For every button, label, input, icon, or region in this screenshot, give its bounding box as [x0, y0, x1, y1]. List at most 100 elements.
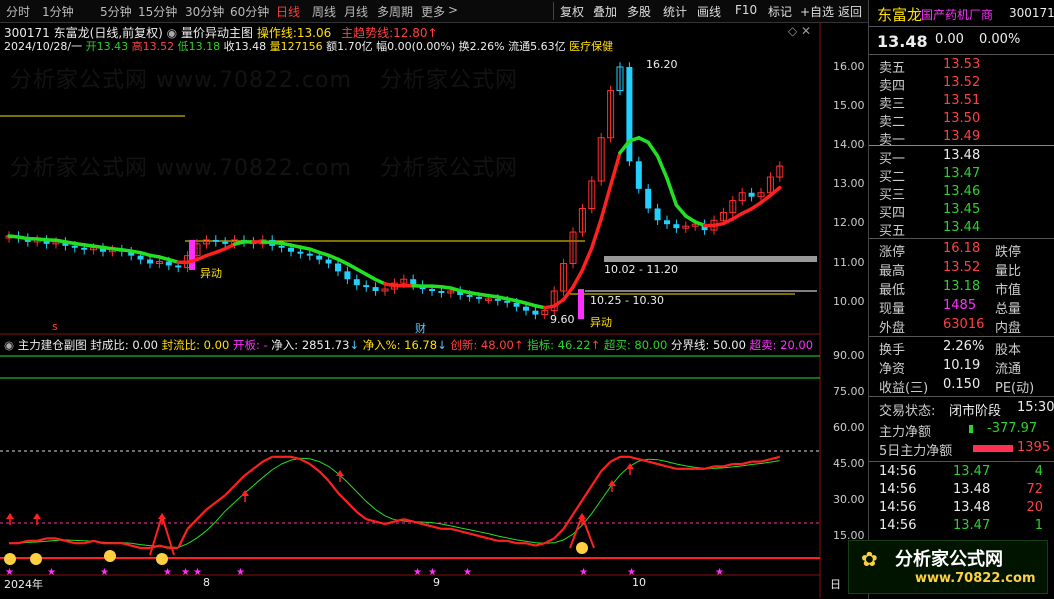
- candle-body: [645, 188, 652, 209]
- main-net-row: 主力净额 -377.97: [869, 421, 1054, 441]
- candle-body: [147, 259, 153, 264]
- period-tab-60min[interactable]: 60分钟: [230, 3, 269, 20]
- finance-mark[interactable]: 财: [415, 320, 426, 336]
- stat2-right-label: 股本: [995, 343, 1022, 358]
- indicator-line: [525, 542, 536, 547]
- trend-line: [665, 176, 679, 207]
- indicator-line: [196, 508, 208, 520]
- bid-row: 买三 13.46: [869, 184, 1054, 204]
- period-tab-more[interactable]: 更多: [421, 3, 445, 20]
- stat2-label: 净资: [879, 362, 906, 377]
- stat2-value: 2.26%: [943, 339, 985, 354]
- signal-line: [770, 460, 780, 463]
- stat-row: 外盘 63016 内盘: [869, 317, 1054, 337]
- chart-close-icons[interactable]: ◇ ✕: [788, 24, 811, 38]
- indicator-line: [215, 494, 226, 504]
- indicator-line: [252, 460, 264, 470]
- box2-label: 10.25 - 10.30: [590, 294, 664, 307]
- period-tab-daily[interactable]: 日线: [276, 3, 300, 20]
- bar-sector: 医疗保健: [569, 40, 614, 53]
- draw-line-button[interactable]: 画线: [697, 3, 721, 20]
- indicator-line: [205, 501, 217, 511]
- main-net5-row: 5日主力净额 1395: [869, 440, 1054, 460]
- period-tab-weekly[interactable]: 周线: [312, 3, 336, 20]
- signal-line: [309, 458, 320, 463]
- watermark: 分析家公式网 www.70822.com: [10, 156, 352, 181]
- signal-line: [46, 539, 57, 542]
- stat-value: 1485: [943, 298, 977, 313]
- stat2-label: 收益(三): [879, 381, 929, 396]
- stat-value: 63016: [943, 317, 985, 332]
- gear-icon[interactable]: ◉: [4, 338, 14, 352]
- candle-body: [222, 241, 229, 244]
- period-tab-30min[interactable]: 30分钟: [185, 3, 224, 20]
- kline-chart[interactable]: ★ ★ ★ ★ ★ ★ ★ ★ ★ ★ ★ ★ ★: [0, 22, 868, 598]
- stat-label: 现量: [879, 302, 906, 317]
- period-tab-fenshi[interactable]: 分时: [6, 3, 30, 20]
- signal-line: [262, 469, 273, 478]
- multi-stock-button[interactable]: 多股: [627, 3, 651, 20]
- bar-high: 高13.52: [131, 40, 175, 53]
- candle-body: [175, 265, 182, 268]
- sub-tick: 60.00: [833, 421, 865, 434]
- fuquan-button[interactable]: 复权: [560, 3, 584, 20]
- star-icon: ★: [236, 567, 245, 578]
- indicator-line: [130, 544, 141, 550]
- candle-body: [165, 261, 172, 266]
- trend-line: [655, 154, 669, 181]
- s-mark[interactable]: s: [52, 320, 58, 333]
- star-icon: ★: [163, 567, 172, 578]
- period-tab-1min[interactable]: 1分钟: [42, 3, 74, 20]
- indicator-line: [610, 455, 621, 463]
- bid-row: 买四 13.45: [869, 202, 1054, 222]
- overlay-button[interactable]: 叠加: [593, 3, 617, 20]
- sub-fengliubi: 封流比: 0.00: [161, 338, 230, 352]
- star-icon: ★: [413, 567, 422, 578]
- stat-label: 外盘: [879, 321, 906, 336]
- tick-row: 14:56 13.47 4: [869, 464, 1054, 484]
- bar-open: 开13.43: [85, 40, 129, 53]
- indicator-line: [36, 537, 47, 542]
- f10-button[interactable]: F10: [735, 3, 757, 17]
- signal-line: [384, 515, 395, 521]
- stat2-row: 换手 2.26% 股本: [869, 339, 1054, 359]
- quote-sector: 国产药机厂商: [921, 8, 994, 22]
- trade-time: 15:30: [1017, 400, 1054, 415]
- bid-price: 13.47: [943, 166, 981, 181]
- price-tick: 15.00: [833, 99, 865, 112]
- signal-line: [591, 499, 602, 514]
- mark-button[interactable]: 标记: [768, 3, 792, 20]
- bid-label: 买一: [879, 152, 906, 167]
- bid-label: 买三: [879, 188, 906, 203]
- signal-line: [563, 533, 574, 541]
- indicator-line: [770, 455, 781, 461]
- period-tab-monthly[interactable]: 月线: [344, 3, 368, 20]
- indicator-line: [356, 511, 367, 521]
- signal-line: [271, 463, 282, 471]
- stat-row: 现量 1485 总量: [869, 298, 1054, 318]
- period-tab-15min[interactable]: 15分钟: [138, 3, 177, 20]
- add-watchlist-button[interactable]: +自选: [800, 3, 834, 20]
- bar-turnover: 换2.26%: [458, 40, 505, 53]
- period-tab-5min[interactable]: 5分钟: [100, 3, 132, 20]
- stat2-row: 净资 10.19 流通: [869, 358, 1054, 378]
- bid-price: 13.45: [943, 202, 981, 217]
- stat2-value: 10.19: [943, 358, 981, 373]
- period-tab-multi[interactable]: 多周期: [377, 3, 413, 20]
- indicator-line: [535, 542, 546, 547]
- back-button[interactable]: 返回: [838, 3, 862, 20]
- signal-line: [318, 461, 329, 467]
- watermark: 分析家公式网 www.70822.com: [10, 68, 352, 93]
- chevron-right-icon[interactable]: >: [448, 3, 458, 17]
- bar-date: 2024/10/28/一: [4, 40, 83, 53]
- main-net-label: 主力净额: [879, 425, 932, 440]
- signal-line: [131, 542, 141, 546]
- stats-button[interactable]: 统计: [663, 3, 687, 20]
- star-icon: ★: [100, 567, 109, 578]
- ask-row: 卖一 13.49: [869, 129, 1054, 149]
- signal-line: [478, 531, 489, 535]
- candle-body: [81, 247, 88, 250]
- trend-line: [646, 140, 660, 158]
- stat2-right-label: PE(动): [995, 381, 1035, 396]
- stat-value: 13.52: [943, 260, 981, 275]
